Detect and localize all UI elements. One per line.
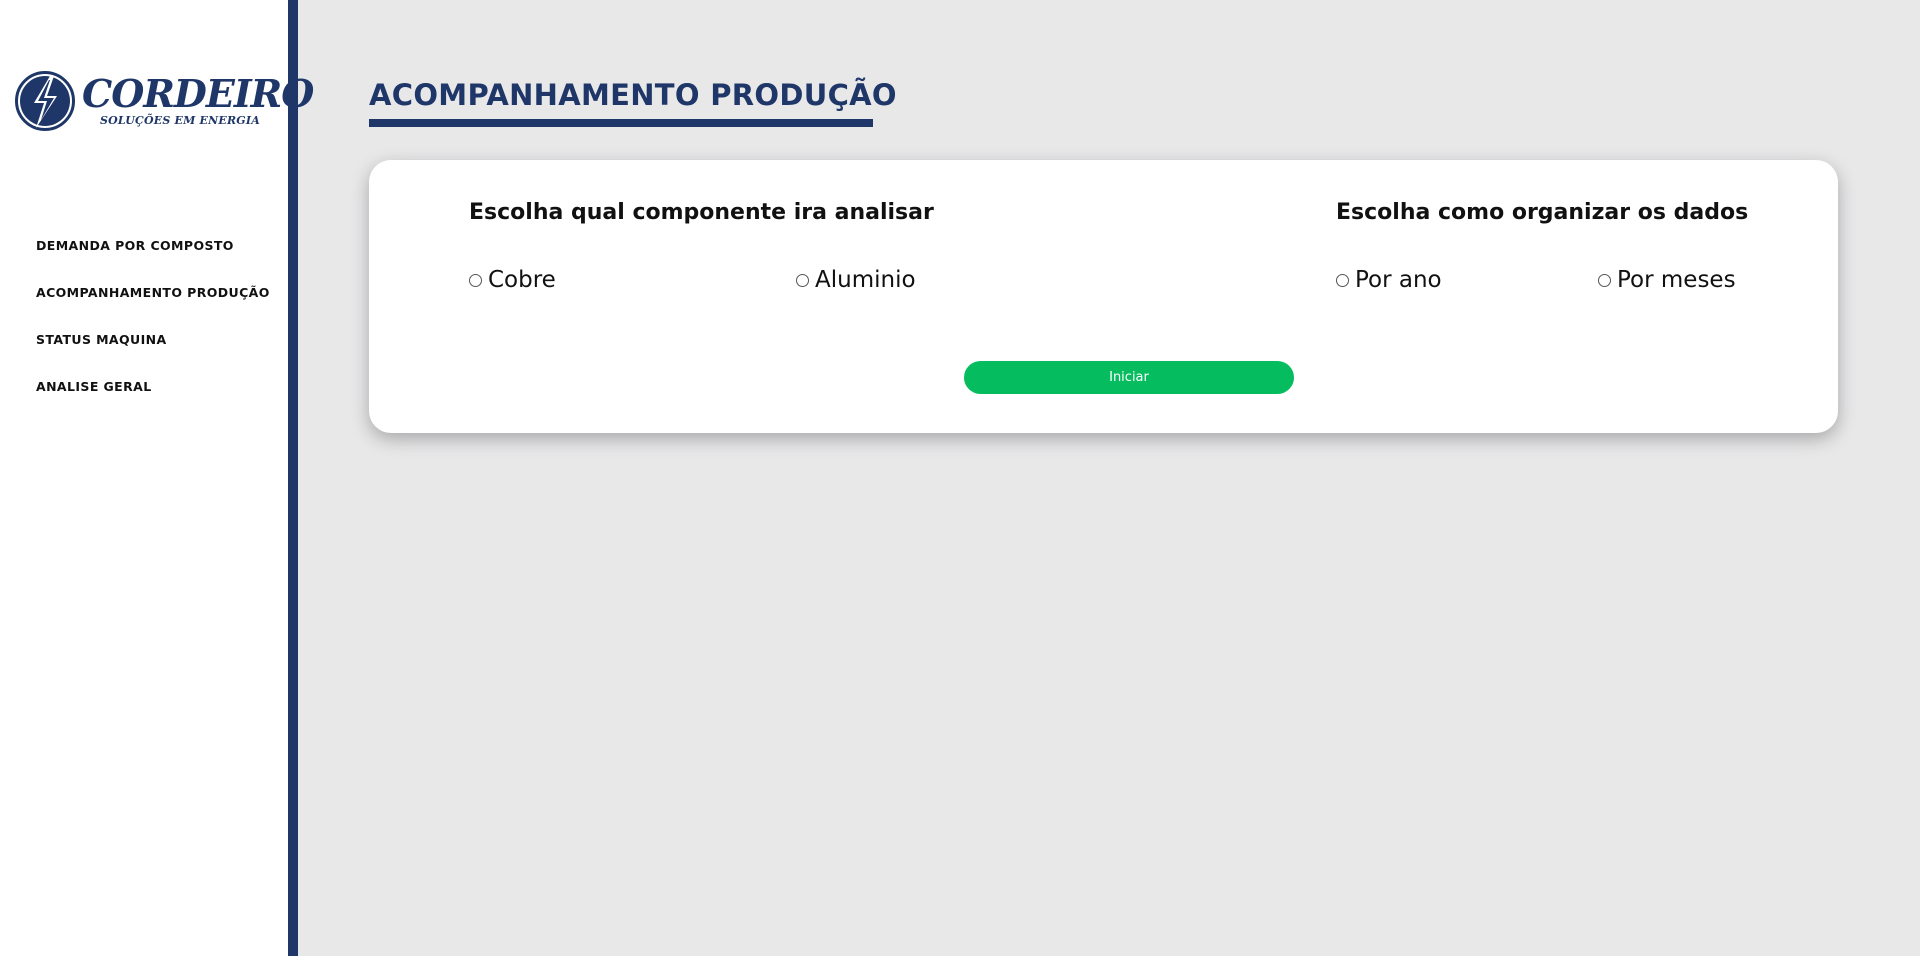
lightning-bolt-circle-icon: [15, 71, 75, 131]
brand-name: CORDEIRO: [82, 71, 314, 116]
radio-button-cobre[interactable]: [469, 273, 482, 287]
start-button[interactable]: Iniciar: [964, 361, 1294, 394]
radio-label-por-ano: Por ano: [1355, 267, 1442, 293]
brand-logo[interactable]: CORDEIRO SOLUÇÕES EM ENERGIA: [14, 70, 314, 136]
radio-label-por-meses: Por meses: [1617, 267, 1736, 293]
sidebar: CORDEIRO SOLUÇÕES EM ENERGIA DEMANDA POR…: [0, 0, 314, 956]
radio-label-cobre: Cobre: [488, 267, 556, 293]
radio-option-aluminio[interactable]: Aluminio: [796, 267, 916, 293]
organize-group-heading: Escolha como organizar os dados: [1336, 200, 1749, 225]
analysis-options-card: Escolha qual componente ira analisar Cob…: [369, 160, 1838, 433]
page-title: ACOMPANHAMENTO PRODUÇÃO: [369, 78, 897, 112]
sidebar-item-status-maquina[interactable]: STATUS MAQUINA: [36, 330, 270, 377]
radio-option-cobre[interactable]: Cobre: [469, 267, 556, 293]
radio-label-aluminio: Aluminio: [815, 267, 916, 293]
app-root: CORDEIRO SOLUÇÕES EM ENERGIA DEMANDA POR…: [0, 0, 1920, 956]
brand-tagline: SOLUÇÕES EM ENERGIA: [100, 114, 260, 127]
radio-button-por-meses[interactable]: [1598, 273, 1611, 287]
sidebar-item-acompanhamento-producao[interactable]: ACOMPANHAMENTO PRODUÇÃO: [36, 283, 270, 330]
radio-option-por-ano[interactable]: Por ano: [1336, 267, 1442, 293]
sidebar-nav: DEMANDA POR COMPOSTO ACOMPANHAMENTO PROD…: [36, 236, 270, 424]
sidebar-divider: [288, 0, 298, 956]
component-group-heading: Escolha qual componente ira analisar: [469, 200, 934, 225]
radio-option-por-meses[interactable]: Por meses: [1598, 267, 1736, 293]
radio-button-por-ano[interactable]: [1336, 273, 1349, 287]
page-title-underline: [369, 119, 873, 127]
sidebar-item-analise-geral[interactable]: ANALISE GERAL: [36, 377, 270, 424]
sidebar-item-demanda-por-composto[interactable]: DEMANDA POR COMPOSTO: [36, 236, 270, 283]
radio-button-aluminio[interactable]: [796, 273, 809, 287]
